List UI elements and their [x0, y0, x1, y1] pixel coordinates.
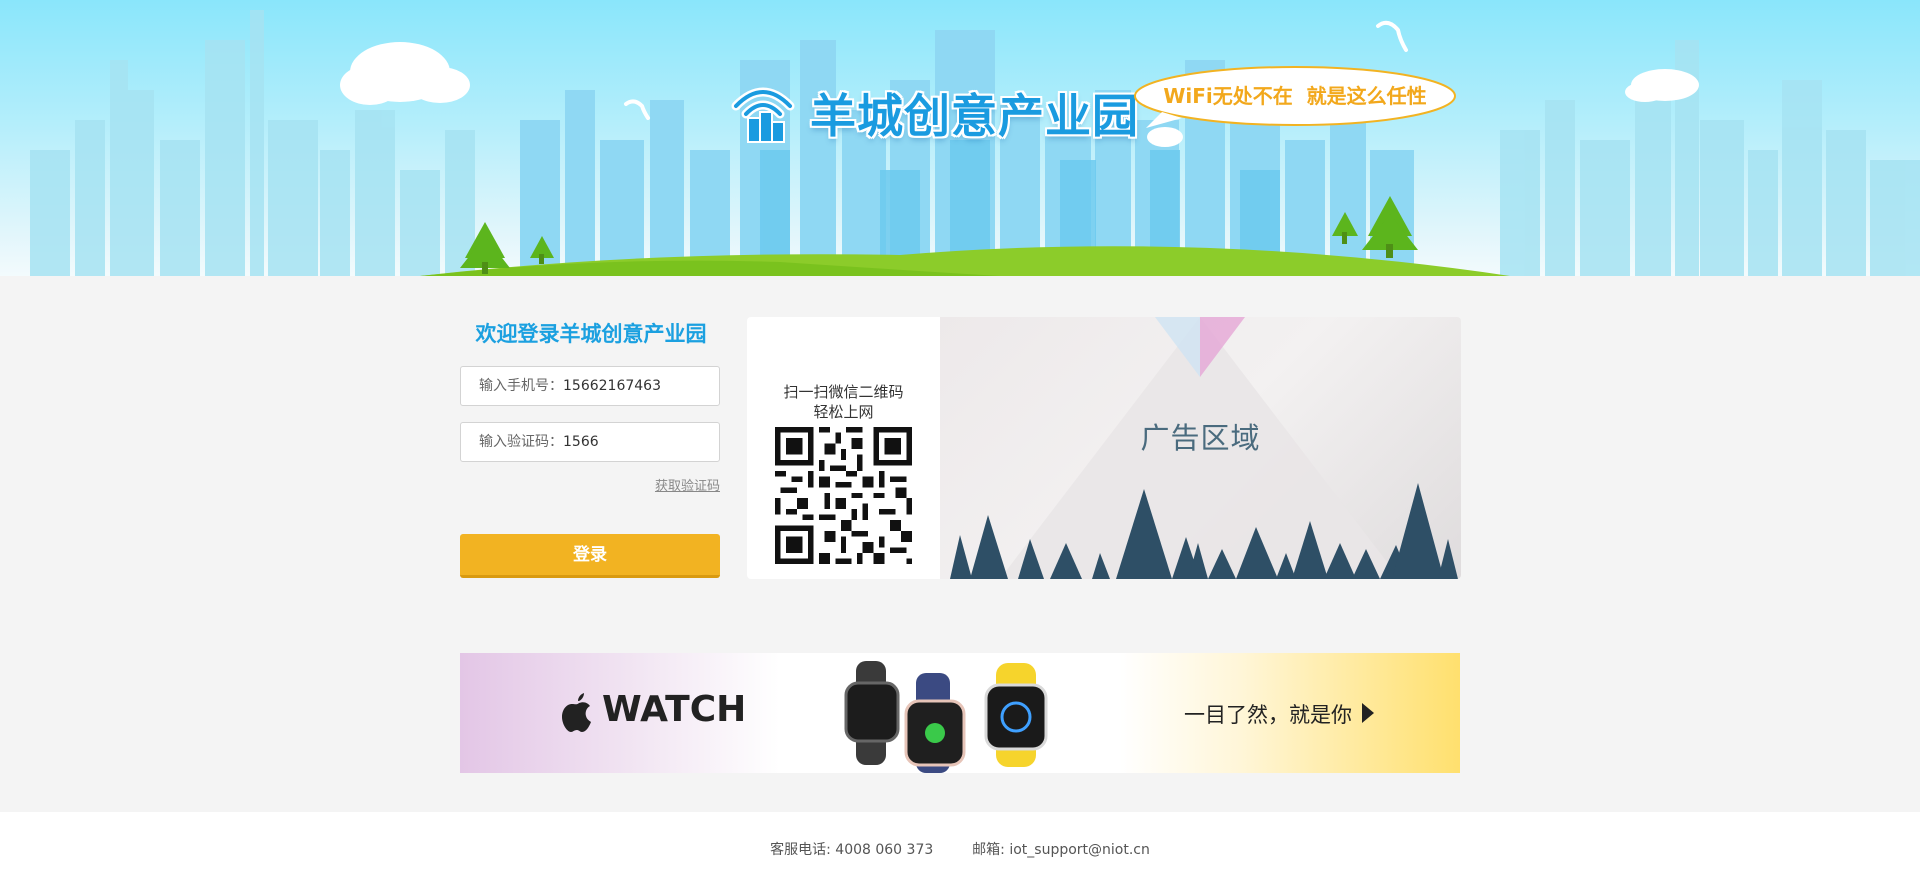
watch-slogan: 一目了然，就是你 [1184, 703, 1352, 727]
phone-input[interactable]: 输入手机号：15662167463 [460, 366, 720, 406]
ad-area[interactable]: 广告区域 [940, 317, 1461, 579]
verification-code-value: 1566 [563, 434, 599, 450]
footer-phone-key: 客服电话: [770, 842, 831, 858]
phone-input-label: 输入手机号： [479, 378, 563, 394]
slogan-bubble: WiFi无处不在 就是这么任性 [1132, 64, 1458, 128]
login-title: 欢迎登录羊城创意产业园 [475, 322, 707, 346]
verification-code-input[interactable]: 输入验证码：1566 [460, 422, 720, 462]
footer-email-value[interactable]: iot_support@niot.cn [1009, 842, 1150, 858]
login-button[interactable]: 登录 [460, 534, 720, 578]
brand-title: 羊城创意产业园 [810, 89, 1139, 143]
wechat-qr-code [775, 427, 912, 564]
apple-watch-ad-banner[interactable]: WATCH 一目了然，就是你 [460, 653, 1460, 773]
footer: 客服电话: 4008 060 373 邮箱: iot_support@niot.… [0, 812, 1920, 885]
wifi-building-icon [731, 87, 795, 143]
ad-area-label: 广告区域 [1140, 421, 1261, 455]
qr-caption-line1: 扫一扫微信二维码 [783, 383, 904, 401]
apple-watch-product-image [844, 661, 1048, 773]
play-arrow-icon [1362, 703, 1374, 723]
slogan-text: WiFi无处不在 就是这么任性 [1163, 84, 1427, 108]
phone-input-value: 15662167463 [563, 378, 661, 394]
apple-logo-icon [562, 693, 591, 732]
verification-code-label: 输入验证码： [479, 434, 563, 450]
qr-caption-line2: 轻松上网 [813, 403, 874, 421]
brand-logo: 羊城创意产业园 [728, 74, 1138, 144]
watch-brand-word: WATCH [602, 689, 747, 730]
footer-email-key: 邮箱: [972, 842, 1005, 858]
qr-panel: 扫一扫微信二维码 轻松上网 [747, 317, 940, 579]
footer-contact: 客服电话: 4008 060 373 邮箱: iot_support@niot.… [0, 839, 1920, 859]
header-banner: 羊城创意产业园 WiFi无处不在 就是这么任性 [0, 0, 1920, 276]
get-code-link[interactable]: 获取验证码 [640, 475, 720, 494]
footer-phone-value: 4008 060 373 [835, 842, 934, 858]
